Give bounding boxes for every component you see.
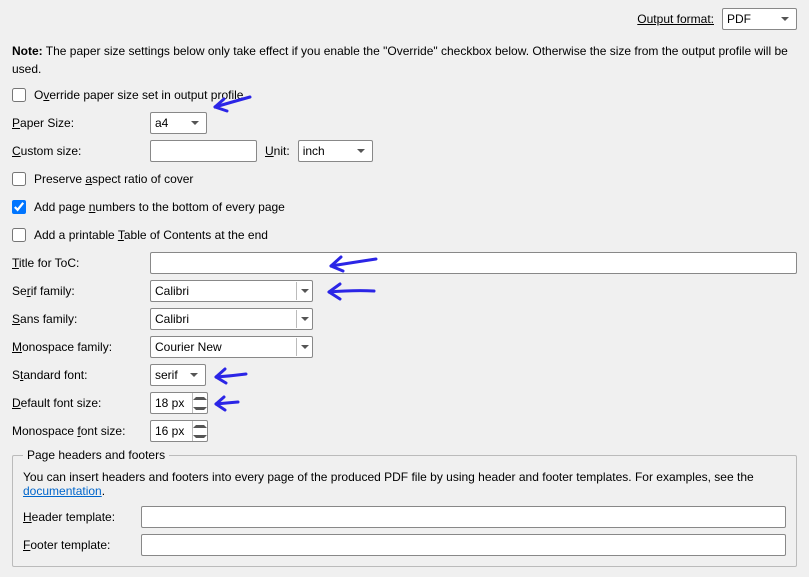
serif-family-combo[interactable] xyxy=(150,280,313,302)
sans-family-combo[interactable] xyxy=(150,308,313,330)
chevron-down-icon xyxy=(296,310,312,328)
sans-family-label: Sans family: xyxy=(12,312,142,326)
paper-size-select[interactable]: a4 xyxy=(150,112,207,134)
note-text: Note: The paper size settings below only… xyxy=(12,42,797,78)
spinner-arrows[interactable] xyxy=(192,421,207,441)
monospace-font-size-label: Monospace font size: xyxy=(12,424,142,438)
unit-select[interactable]: inch xyxy=(298,140,373,162)
override-paper-size-label: Override paper size set in output profil… xyxy=(34,88,243,102)
monospace-family-label: Monospace family: xyxy=(12,340,142,354)
page-numbers-checkbox[interactable] xyxy=(12,200,26,214)
documentation-link[interactable]: documentation xyxy=(23,484,102,498)
headers-footers-group: Page headers and footers You can insert … xyxy=(12,448,797,567)
custom-size-label: Custom size: xyxy=(12,144,142,158)
chevron-down-icon xyxy=(187,114,203,132)
output-format-select[interactable]: PDF xyxy=(722,8,797,30)
headers-footers-legend: Page headers and footers xyxy=(23,448,169,462)
headers-footers-desc: You can insert headers and footers into … xyxy=(23,470,786,498)
header-template-label: Header template: xyxy=(23,510,133,524)
serif-family-label: Serif family: xyxy=(12,284,142,298)
chevron-down-icon xyxy=(186,366,202,384)
title-toc-label: Title for ToC: xyxy=(12,256,142,270)
standard-font-select[interactable]: serif xyxy=(150,364,206,386)
chevron-down-icon xyxy=(296,282,312,300)
header-template-input[interactable] xyxy=(141,506,786,528)
preserve-aspect-label: Preserve aspect ratio of cover xyxy=(34,172,193,186)
printable-toc-checkbox[interactable] xyxy=(12,228,26,242)
spinner-arrows[interactable] xyxy=(192,393,207,413)
unit-label: Unit: xyxy=(265,144,290,158)
standard-font-label: Standard font: xyxy=(12,368,142,382)
footer-template-input[interactable] xyxy=(141,534,786,556)
chevron-down-icon xyxy=(777,10,793,28)
chevron-down-icon xyxy=(353,142,369,160)
chevron-down-icon xyxy=(296,338,312,356)
title-toc-input[interactable] xyxy=(150,252,797,274)
custom-size-input[interactable] xyxy=(150,140,257,162)
override-paper-size-checkbox[interactable] xyxy=(12,88,26,102)
monospace-font-size-spinner[interactable]: 16 px xyxy=(150,420,208,442)
paper-size-label: Paper Size: xyxy=(12,116,142,130)
output-format-label: Output format: xyxy=(637,12,714,26)
footer-template-label: Footer template: xyxy=(23,538,133,552)
printable-toc-label: Add a printable Table of Contents at the… xyxy=(34,228,268,242)
page-numbers-label: Add page numbers to the bottom of every … xyxy=(34,200,285,214)
preserve-aspect-checkbox[interactable] xyxy=(12,172,26,186)
default-font-size-label: Default font size: xyxy=(12,396,142,410)
default-font-size-spinner[interactable]: 18 px xyxy=(150,392,208,414)
monospace-family-combo[interactable] xyxy=(150,336,313,358)
